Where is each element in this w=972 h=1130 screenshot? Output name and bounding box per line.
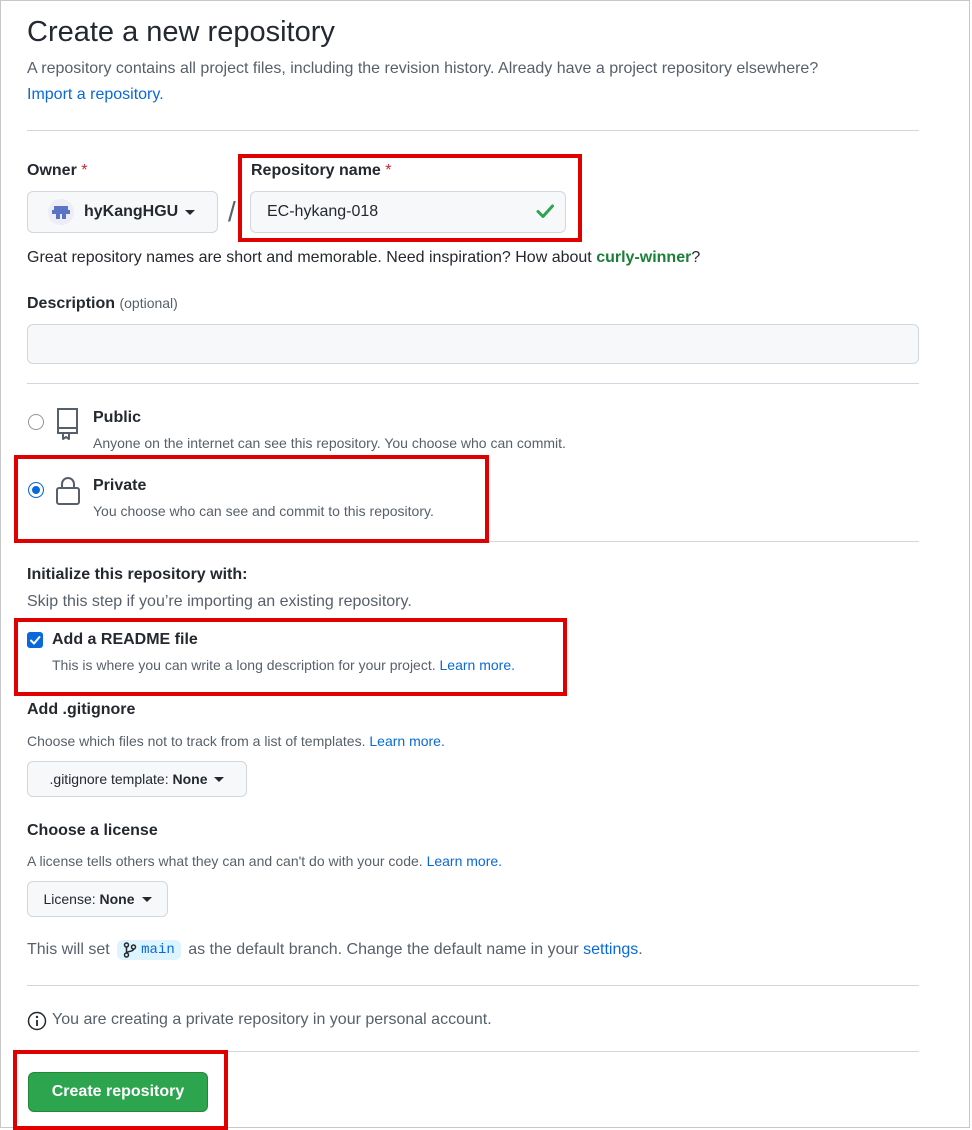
repository-name-input[interactable] xyxy=(250,191,566,233)
readme-checkbox[interactable] xyxy=(27,632,43,648)
gitignore-heading: Add .gitignore xyxy=(27,701,136,718)
settings-link[interactable]: settings xyxy=(583,941,638,958)
private-title: Private xyxy=(93,477,147,494)
initialize-subheading: Skip this step if you’re importing an ex… xyxy=(27,593,412,610)
divider xyxy=(27,130,919,131)
license-button-prefix: License: xyxy=(43,891,96,907)
caret-down-icon xyxy=(214,776,225,782)
branch-note-middle: as the default branch. Change the defaul… xyxy=(188,941,579,959)
required-asterisk: * xyxy=(81,162,88,179)
readme-description: This is where you can write a long descr… xyxy=(52,657,515,673)
check-icon xyxy=(536,204,554,218)
info-icon xyxy=(27,1011,47,1031)
license-dropdown[interactable]: License: None xyxy=(27,881,168,917)
description-input[interactable] xyxy=(27,324,919,364)
branch-note-suffix: . xyxy=(638,941,643,959)
divider xyxy=(27,985,919,986)
repository-name-hint: Great repository names are short and mem… xyxy=(27,249,700,267)
license-description: A license tells others what they can and… xyxy=(27,853,502,869)
readme-label[interactable]: Add a README file xyxy=(52,631,198,649)
name-suggestion[interactable]: curly-winner xyxy=(596,249,691,266)
default-branch-note: This will set main as the default branch… xyxy=(27,940,643,960)
divider xyxy=(27,1051,919,1052)
caret-down-icon xyxy=(185,209,196,215)
owner-repo-separator: / xyxy=(228,196,236,227)
license-button-value: None xyxy=(99,891,135,907)
branch-name: main xyxy=(141,942,175,958)
description-label: Description (optional) xyxy=(27,295,178,313)
license-learn-more-link[interactable]: Learn more. xyxy=(427,853,502,869)
gitignore-button-prefix: .gitignore template: xyxy=(49,771,169,787)
gitignore-description-text: Choose which files not to track from a l… xyxy=(27,733,366,749)
owner-label: Owner * xyxy=(27,162,87,180)
avatar xyxy=(48,199,74,225)
readme-learn-more-link[interactable]: Learn more. xyxy=(440,657,515,673)
branch-note-prefix: This will set xyxy=(27,941,110,959)
initialize-heading: Initialize this repository with: xyxy=(27,566,248,583)
page-title: Create a new repository xyxy=(27,16,335,48)
gitignore-template-dropdown[interactable]: .gitignore template: None xyxy=(27,761,247,797)
branch-name-pill: main xyxy=(117,940,181,960)
optional-tag: (optional) xyxy=(119,295,178,311)
git-branch-icon xyxy=(123,942,137,958)
divider xyxy=(27,541,919,542)
repo-icon xyxy=(57,408,78,440)
private-radio[interactable] xyxy=(28,482,44,498)
gitignore-learn-more-link[interactable]: Learn more. xyxy=(369,733,444,749)
import-repository-link[interactable]: Import a repository. xyxy=(27,86,164,104)
divider xyxy=(27,383,919,384)
public-description: Anyone on the internet can see this repo… xyxy=(93,435,566,451)
required-asterisk: * xyxy=(385,162,392,179)
owner-label-text: Owner xyxy=(27,162,77,179)
gitignore-button-value: None xyxy=(172,771,208,787)
license-description-text: A license tells others what they can and… xyxy=(27,853,423,869)
owner-name: hyKangHGU xyxy=(84,203,179,220)
readme-description-text: This is where you can write a long descr… xyxy=(52,657,436,673)
description-label-text: Description xyxy=(27,295,116,312)
lock-icon xyxy=(56,477,80,505)
public-title: Public xyxy=(93,409,142,426)
hint-suffix: ? xyxy=(691,249,701,266)
repository-name-label-text: Repository name xyxy=(251,162,381,179)
owner-dropdown-button[interactable]: hyKangHGU xyxy=(27,191,218,233)
public-radio[interactable] xyxy=(28,414,44,430)
repository-name-label: Repository name * xyxy=(251,162,392,180)
license-heading: Choose a license xyxy=(27,822,158,839)
private-notice: You are creating a private repository in… xyxy=(52,1011,492,1028)
hint-text: Great repository names are short and mem… xyxy=(27,249,597,266)
caret-down-icon xyxy=(141,896,152,902)
checkmark-icon xyxy=(30,636,41,645)
create-repository-button[interactable]: Create repository xyxy=(28,1072,208,1112)
gitignore-description: Choose which files not to track from a l… xyxy=(27,733,445,749)
page-subtitle: A repository contains all project files,… xyxy=(27,60,819,77)
private-description: You choose who can see and commit to thi… xyxy=(93,503,434,519)
